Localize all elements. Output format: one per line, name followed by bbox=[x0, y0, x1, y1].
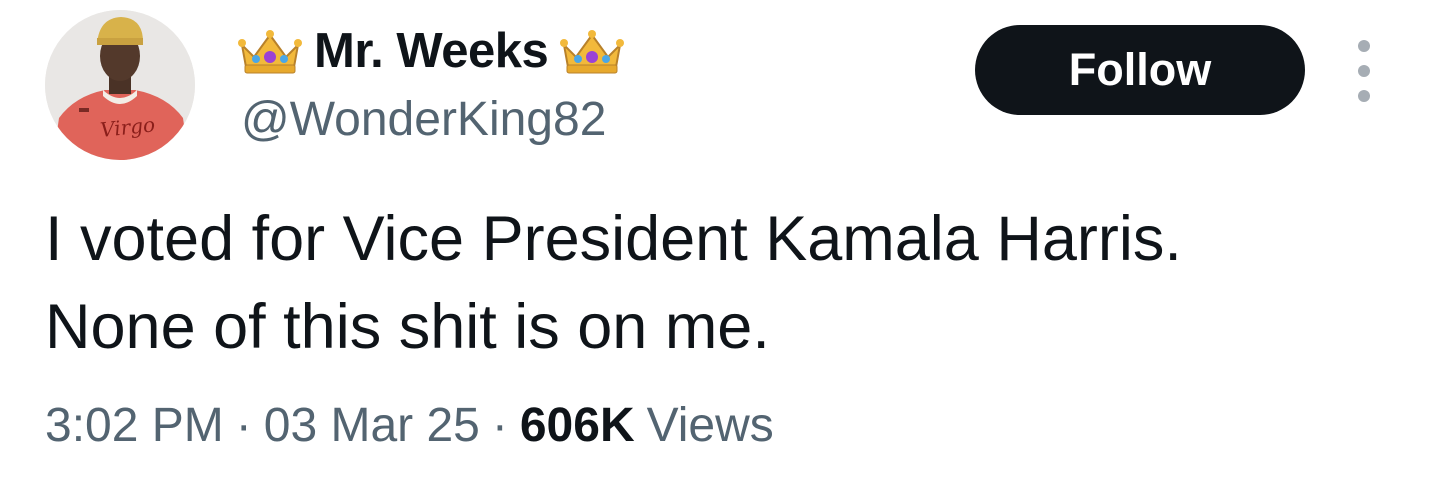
follow-button[interactable]: Follow bbox=[975, 25, 1305, 115]
tweet-time[interactable]: 3:02 PM bbox=[45, 398, 224, 453]
display-name-row[interactable]: Mr. Weeks bbox=[236, 22, 626, 80]
meta-separator: · bbox=[235, 399, 252, 452]
tweet-text-line: None of this shit is on me. bbox=[45, 292, 770, 362]
more-vertical-icon-dot bbox=[1358, 65, 1370, 77]
more-vertical-icon-dot bbox=[1358, 90, 1370, 102]
tweet-text: I voted for Vice President Kamala Harris… bbox=[45, 195, 1405, 371]
crown-icon bbox=[238, 30, 302, 74]
user-handle[interactable]: @WonderKing82 bbox=[241, 92, 606, 147]
tweet-date[interactable]: 03 Mar 25 bbox=[264, 398, 480, 453]
more-options-button[interactable] bbox=[1344, 40, 1384, 102]
tweet-meta: 3:02 PM · 03 Mar 25 · 606K Views bbox=[45, 398, 774, 453]
more-vertical-icon-dot bbox=[1358, 40, 1370, 52]
display-name: Mr. Weeks bbox=[314, 24, 549, 78]
meta-separator: · bbox=[491, 399, 508, 452]
tweet-card: Virgo Mr. Weeks @WonderKing82 Follow I v… bbox=[0, 0, 1440, 480]
tweet-text-line: I voted for Vice President Kamala Harris… bbox=[45, 204, 1182, 274]
views-label: Views bbox=[646, 399, 774, 452]
crown-icon bbox=[560, 30, 625, 74]
avatar-image: Virgo bbox=[45, 10, 195, 160]
views-count: 606K bbox=[519, 399, 635, 452]
avatar[interactable]: Virgo bbox=[45, 10, 195, 160]
